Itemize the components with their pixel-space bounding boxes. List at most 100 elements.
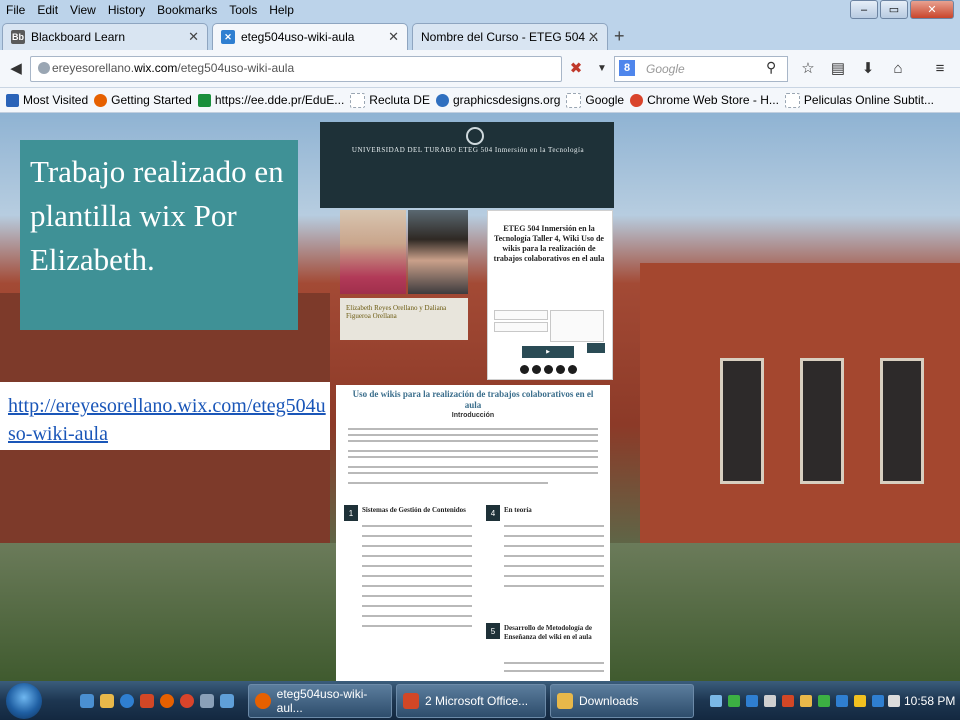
google-icon[interactable]: 8 [619, 60, 635, 76]
google-plus-icon[interactable] [544, 365, 553, 374]
maximize-button[interactable]: ▭ [880, 0, 908, 19]
search-input[interactable] [614, 56, 788, 82]
desktop-icon[interactable] [80, 694, 94, 708]
tab-wiki-aula[interactable]: ✕ eteg504uso-wiki-aula ✕ [212, 23, 408, 50]
bookmark-label: Getting Started [111, 93, 192, 107]
pinterest-icon[interactable] [556, 365, 565, 374]
wiki-link[interactable]: http://ereyesorellano.wix.com/eteg504uso… [8, 392, 326, 448]
bookmark-google[interactable]: Google [566, 92, 624, 108]
signal-icon[interactable] [728, 695, 740, 707]
office-icon[interactable] [140, 694, 154, 708]
new-tab-button[interactable]: + [614, 26, 625, 47]
app-icon[interactable] [220, 694, 234, 708]
bookmark-chrome-store[interactable]: Chrome Web Store - H... [630, 93, 779, 107]
menu-view[interactable]: View [64, 3, 102, 17]
author-photo-daliana [408, 210, 468, 294]
menu-bookmarks[interactable]: Bookmarks [151, 3, 223, 17]
task-downloads[interactable]: Downloads [550, 684, 694, 718]
bookmark-icon [6, 93, 19, 107]
social-icons [520, 365, 577, 374]
search-icon[interactable]: ⚲ [766, 59, 776, 76]
form-name-field[interactable] [494, 310, 548, 320]
chrome-icon[interactable] [180, 694, 194, 708]
menu-file[interactable]: File [0, 3, 31, 17]
url-host: wix.com [134, 61, 178, 75]
minimize-button[interactable]: – [850, 0, 878, 19]
bookmark-most-visited[interactable]: Most Visited [6, 93, 88, 107]
task-office[interactable]: 2 Microsoft Office... [396, 684, 546, 718]
blackboard-icon: Bb [11, 30, 25, 44]
text-line [348, 456, 598, 458]
menu-history[interactable]: History [102, 3, 151, 17]
menu-help[interactable]: Help [263, 3, 300, 17]
twitter-icon[interactable] [532, 365, 541, 374]
network-icon[interactable] [872, 695, 884, 707]
star-icon[interactable]: ☆ [796, 57, 820, 79]
bookmark-ee-dde[interactable]: https://ee.dde.pr/EduE... [197, 93, 344, 107]
bookmark-graphicsdesigns[interactable]: graphicsdesigns.org [435, 93, 560, 107]
back-icon[interactable]: ◀ [4, 57, 28, 79]
bookmark-recluta[interactable]: Recluta DE [350, 92, 430, 108]
text-line [348, 472, 598, 474]
text-line [504, 555, 604, 557]
flag-icon[interactable] [854, 695, 866, 707]
bookmark-peliculas[interactable]: Peliculas Online Subtit... [784, 92, 934, 108]
task-label: 2 Microsoft Office... [425, 694, 529, 708]
page-icon [350, 92, 366, 108]
text-line [362, 565, 472, 567]
close-tab-icon[interactable]: ✕ [588, 29, 599, 45]
text-line [504, 662, 604, 664]
tab-label: Blackboard Learn [31, 30, 126, 44]
tab-blackboard[interactable]: Bb Blackboard Learn ✕ [2, 23, 208, 50]
tray-icon[interactable] [818, 695, 830, 707]
taskbar-clock[interactable]: 10:58 PM [904, 694, 955, 708]
text-line [362, 595, 472, 597]
url-path: /eteg504uso-wiki-aula [177, 61, 295, 75]
section-title: Sistemas de Gestión de Contenidos [362, 506, 466, 514]
close-tab-icon[interactable]: ✕ [188, 29, 199, 45]
download-icon[interactable]: ⬇ [856, 57, 880, 79]
home-icon[interactable]: ⌂ [886, 57, 910, 79]
tray-icon[interactable] [764, 695, 776, 707]
ie-icon[interactable] [120, 694, 134, 708]
university-name: UNIVERSIDAD DEL TURABO ETEG 504 Inmersió… [351, 146, 585, 154]
volume-icon[interactable] [888, 695, 900, 707]
start-button[interactable] [6, 683, 42, 719]
form-email-field[interactable] [494, 322, 548, 332]
stop-icon[interactable]: ✖ [564, 57, 588, 79]
article-subtitle: Introducción [451, 412, 495, 419]
office-tray-icon[interactable] [782, 695, 794, 707]
tab-strip: Bb Blackboard Learn ✕ ✕ eteg504uso-wiki-… [0, 20, 960, 50]
chevron-down-icon[interactable]: ▼ [590, 57, 614, 79]
form-message-field[interactable] [550, 310, 604, 342]
tab-nombre-curso[interactable]: Nombre del Curso - ETEG 504 ... ✕ [412, 23, 608, 50]
section-number: 5 [486, 623, 500, 639]
tray-icon[interactable] [800, 695, 812, 707]
facebook-icon[interactable] [520, 365, 529, 374]
tab-label: Nombre del Curso - ETEG 504 ... [421, 30, 599, 44]
text-line [504, 565, 604, 567]
menu-edit[interactable]: Edit [31, 3, 64, 17]
section-title: Desarrollo de Metodología de Enseñanza d… [504, 624, 592, 641]
app-icon[interactable] [200, 694, 214, 708]
close-tab-icon[interactable]: ✕ [388, 29, 399, 45]
youtube-icon[interactable] [568, 365, 577, 374]
tray-icon[interactable] [836, 695, 848, 707]
firefox-icon[interactable] [160, 694, 174, 708]
tray-icon[interactable] [746, 695, 758, 707]
window-controls: – ▭ ✕ [850, 0, 954, 19]
tray-icon[interactable] [710, 695, 722, 707]
subscribe-button[interactable]: ▶ [522, 346, 574, 358]
close-window-button[interactable]: ✕ [910, 0, 954, 19]
task-firefox[interactable]: eteg504uso-wiki-aul... [248, 684, 392, 718]
menu-icon[interactable]: ≡ [928, 57, 952, 79]
send-button[interactable] [587, 343, 605, 353]
clipboard-icon[interactable]: ▤ [826, 57, 850, 79]
text-line [504, 545, 604, 547]
building-window [720, 358, 764, 484]
bookmark-label: Peliculas Online Subtit... [803, 93, 934, 107]
folder-icon[interactable] [100, 694, 114, 708]
bookmark-getting-started[interactable]: Getting Started [94, 93, 192, 107]
text-line [362, 605, 472, 607]
menu-tools[interactable]: Tools [223, 3, 263, 17]
